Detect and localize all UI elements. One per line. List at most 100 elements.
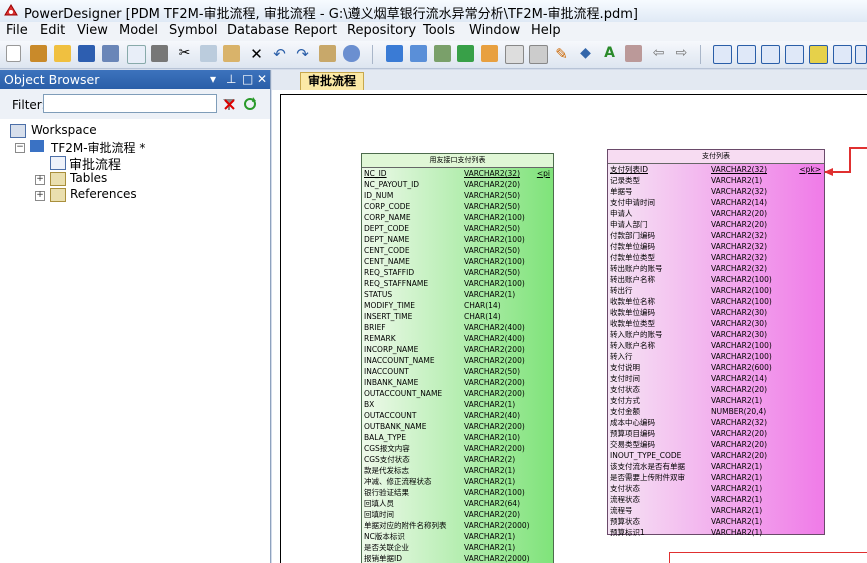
entity-column-row[interactable]: OUTACCOUNT VARCHAR2(40) [362, 410, 553, 421]
entity-column-row[interactable]: 是否需要上传附件双审 VARCHAR2(1) [608, 472, 824, 483]
entity-column-row[interactable]: REQ_STAFFNAME VARCHAR2(100) [362, 278, 553, 289]
procedure-icon[interactable] [481, 45, 498, 62]
entity-column-row[interactable]: OUTBANK_NAME VARCHAR2(200) [362, 421, 553, 432]
arrow-left-icon[interactable]: ⇦ [650, 45, 667, 62]
new-icon[interactable] [6, 45, 21, 62]
menu-database[interactable]: Database [227, 23, 289, 38]
line-style-icon[interactable] [625, 45, 642, 62]
menu-help[interactable]: Help [531, 23, 561, 38]
entity-column-row[interactable]: 冲减、修正流程状态 VARCHAR2(1) [362, 476, 553, 487]
entity-column-row[interactable]: DEPT_CODE VARCHAR2(50) [362, 223, 553, 234]
entity-column-row[interactable]: CGS报文内容 VARCHAR2(200) [362, 443, 553, 454]
collapse-icon[interactable]: − [15, 143, 25, 153]
maximize-icon[interactable]: □ [242, 72, 253, 86]
entity-column-row[interactable]: 付款部门编码 VARCHAR2(32) [608, 230, 824, 241]
paste-icon[interactable] [223, 45, 240, 62]
menu-edit[interactable]: Edit [40, 23, 65, 38]
entity-column-row[interactable]: INSERT_TIME CHAR(14) [362, 311, 553, 322]
entity-column-row[interactable]: 支付列表ID VARCHAR2(32) <pk> [608, 164, 824, 175]
entity-column-row[interactable]: NC_ID VARCHAR2(32) <pi [362, 168, 553, 179]
entity-column-row[interactable]: INOUT_TYPE_CODE VARCHAR2(20) [608, 450, 824, 461]
menu-report[interactable]: Report [294, 23, 337, 38]
reference-line[interactable] [669, 552, 867, 553]
window-table-icon[interactable] [713, 45, 732, 64]
entity-column-row[interactable]: BRIEF VARCHAR2(400) [362, 322, 553, 333]
entity-column-row[interactable]: STATUS VARCHAR2(1) [362, 289, 553, 300]
panel-menu-icon[interactable]: ▾ [210, 72, 216, 86]
tab-diagram[interactable]: 审批流程 [300, 72, 365, 91]
entity-column-row[interactable]: 申请人 VARCHAR2(20) [608, 208, 824, 219]
entity-column-row[interactable]: 支付状态 VARCHAR2(1) [608, 483, 824, 494]
filter-input[interactable] [43, 94, 217, 113]
entity-column-row[interactable]: 回填时间 VARCHAR2(20) [362, 509, 553, 520]
entity-column-row[interactable]: NC_PAYOUT_ID VARCHAR2(20) [362, 179, 553, 190]
entity-column-row[interactable]: 收款单位类型 VARCHAR2(30) [608, 318, 824, 329]
undo-icon[interactable]: ↶ [271, 45, 288, 63]
print-preview-icon[interactable] [127, 45, 146, 64]
expand-icon[interactable]: + [35, 191, 45, 201]
entity-column-row[interactable]: CORP_NAME VARCHAR2(100) [362, 212, 553, 223]
print-icon[interactable] [151, 45, 168, 62]
entity-column-row[interactable]: 是否关联企业 VARCHAR2(1) [362, 542, 553, 553]
entity-column-row[interactable]: 款是代发标志 VARCHAR2(1) [362, 465, 553, 476]
entity-column-row[interactable]: 单据号 VARCHAR2(32) [608, 186, 824, 197]
entity-column-row[interactable]: 预算状态 VARCHAR2(1) [608, 516, 824, 527]
entity-column-row[interactable]: 转入行 VARCHAR2(100) [608, 351, 824, 362]
entity-column-row[interactable]: 单据对应的附件名称列表 VARCHAR2(2000) [362, 520, 553, 531]
expand-icon[interactable]: + [35, 175, 45, 185]
save-icon[interactable] [78, 45, 95, 62]
entity-column-row[interactable]: 付款单位类型 VARCHAR2(32) [608, 252, 824, 263]
reference-icon[interactable] [457, 45, 474, 62]
entity-column-row[interactable]: 转入账户的账号 VARCHAR2(30) [608, 329, 824, 340]
window-package-icon[interactable] [809, 45, 828, 64]
entity-column-row[interactable]: INBANK_NAME VARCHAR2(200) [362, 377, 553, 388]
palette-icon[interactable] [386, 45, 403, 62]
cut-icon[interactable]: ✂ [176, 45, 193, 62]
menu-model[interactable]: Model [119, 23, 158, 38]
entity-column-row[interactable]: CENT_NAME VARCHAR2(100) [362, 256, 553, 267]
entity-column-row[interactable]: 该支付流水是否有单据 VARCHAR2(1) [608, 461, 824, 472]
copy-icon[interactable] [200, 45, 217, 62]
entity-column-row[interactable]: INCORP_NAME VARCHAR2(200) [362, 344, 553, 355]
file-icon[interactable] [529, 45, 548, 64]
entity-column-row[interactable]: 转出行 VARCHAR2(100) [608, 285, 824, 296]
menu-symbol[interactable]: Symbol [169, 23, 217, 38]
pin-icon[interactable]: ⊥ [226, 72, 236, 86]
entity-column-row[interactable]: 收款单位编码 VARCHAR2(30) [608, 307, 824, 318]
entity-column-row[interactable]: MODIFY_TIME CHAR(14) [362, 300, 553, 311]
entity-column-row[interactable]: CENT_CODE VARCHAR2(50) [362, 245, 553, 256]
entity-column-row[interactable]: 收款单位名称 VARCHAR2(100) [608, 296, 824, 307]
entity-column-row[interactable]: BX VARCHAR2(1) [362, 399, 553, 410]
package-icon[interactable] [505, 45, 524, 64]
window-list-icon[interactable] [833, 45, 852, 64]
menu-tools[interactable]: Tools [423, 23, 455, 38]
entity-column-row[interactable]: 转出账户的账号 VARCHAR2(32) [608, 263, 824, 274]
menu-repository[interactable]: Repository [347, 23, 416, 38]
entity-column-row[interactable]: BALA_TYPE VARCHAR2(10) [362, 432, 553, 443]
entity-column-row[interactable]: 转出账户名称 VARCHAR2(100) [608, 274, 824, 285]
table-entity-payment-list[interactable]: 支付列表 支付列表ID VARCHAR2(32) <pk> 记录类型 VARCHAR2(… [607, 149, 825, 538]
delete-icon[interactable]: ✕ [248, 45, 265, 63]
entity-column-row[interactable]: 预算标识1 VARCHAR2(1) [608, 527, 824, 538]
window-more-icon[interactable] [855, 45, 867, 64]
reference-line[interactable] [669, 552, 670, 563]
entity-column-row[interactable]: 成本中心编码 VARCHAR2(32) [608, 417, 824, 428]
menu-view[interactable]: View [77, 23, 108, 38]
refresh-icon[interactable] [243, 97, 257, 111]
view-icon[interactable] [434, 45, 451, 62]
entity-column-row[interactable]: CORP_CODE VARCHAR2(50) [362, 201, 553, 212]
clear-filter-icon[interactable] [222, 97, 236, 111]
table-entity-payment-interface[interactable]: 用友接口支付列表 NC_ID VARCHAR2(32) <pi NC_PAYOUT_I… [361, 153, 554, 563]
entity-column-row[interactable]: 申请人部门 VARCHAR2(20) [608, 219, 824, 230]
open-folder-icon[interactable] [54, 45, 71, 62]
entity-column-row[interactable]: 付款单位编码 VARCHAR2(32) [608, 241, 824, 252]
table-icon[interactable] [410, 45, 427, 62]
entity-column-row[interactable]: 支付状态 VARCHAR2(20) [608, 384, 824, 395]
properties-icon[interactable] [319, 45, 336, 62]
entity-column-row[interactable]: REMARK VARCHAR2(400) [362, 333, 553, 344]
entity-column-row[interactable]: INACCOUNT VARCHAR2(50) [362, 366, 553, 377]
text-color-icon[interactable]: A [601, 45, 618, 62]
new-project-icon[interactable] [30, 45, 47, 62]
save-all-icon[interactable] [102, 45, 119, 62]
entity-column-row[interactable]: 转入账户名称 VARCHAR2(100) [608, 340, 824, 351]
